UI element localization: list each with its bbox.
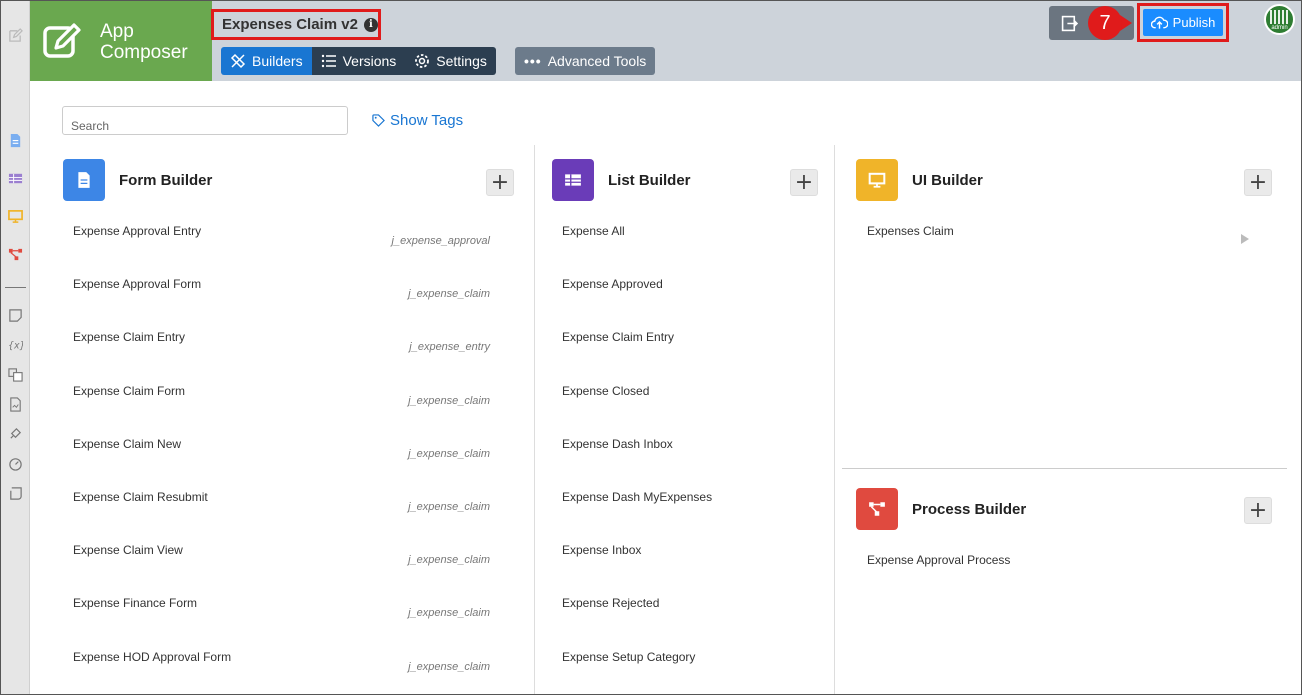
- list-item[interactable]: Expense HOD Approval Form: [73, 650, 231, 664]
- builder-tabs: Builders Versions Settings: [221, 47, 496, 75]
- column-divider: [534, 145, 535, 694]
- list-item[interactable]: Expense Approval Form: [73, 277, 201, 291]
- list-item[interactable]: Expense Claim View: [73, 543, 183, 557]
- ui-builder-header: UI Builder: [856, 159, 983, 201]
- tab-versions-label: Versions: [342, 53, 397, 69]
- composer-rail-icon[interactable]: [7, 27, 24, 44]
- list-item[interactable]: Expense Claim Form: [73, 384, 185, 398]
- tab-settings[interactable]: Settings: [405, 47, 496, 75]
- form-builder-title: Form Builder: [119, 171, 213, 189]
- show-tags-link[interactable]: Show Tags: [372, 112, 463, 129]
- tag-icon: [372, 114, 385, 127]
- list-builder-title: List Builder: [608, 171, 691, 189]
- app-title-highlight: Expenses Claim v2 i: [211, 9, 381, 40]
- list-item[interactable]: Expense All: [562, 224, 625, 238]
- process-rail-icon[interactable]: [7, 246, 24, 263]
- table-id-tag: j_expense_claim: [408, 288, 490, 301]
- more-dots-icon: •••: [524, 53, 542, 69]
- list-item[interactable]: Expense Dash Inbox: [562, 437, 673, 451]
- list-builder-header: List Builder: [552, 159, 691, 201]
- tab-builders-label: Builders: [252, 53, 303, 69]
- list-item[interactable]: Expense Closed: [562, 384, 649, 398]
- play-icon[interactable]: [1241, 234, 1249, 244]
- add-process-button[interactable]: +: [1244, 497, 1272, 524]
- table-id-tag: j_expense_claim: [408, 394, 490, 407]
- cloud-upload-icon: [1150, 16, 1168, 29]
- note-rail-icon[interactable]: [7, 307, 24, 324]
- publish-button[interactable]: Publish: [1143, 9, 1223, 36]
- ui-builder-title: UI Builder: [912, 171, 983, 189]
- tab-versions[interactable]: Versions: [311, 47, 406, 75]
- list-item[interactable]: Expense Claim Entry: [562, 330, 674, 344]
- step-number-badge: 7: [1088, 6, 1122, 40]
- app-title: Expenses Claim v2: [222, 16, 358, 33]
- list-item[interactable]: Expense Finance Form: [73, 596, 197, 610]
- tab-settings-label: Settings: [436, 53, 487, 69]
- section-divider: [842, 468, 1287, 469]
- rail-divider: [5, 287, 26, 288]
- builders-icon: [230, 53, 246, 69]
- list-item[interactable]: Expense Approval Process: [867, 553, 1010, 567]
- window-frame: [0, 0, 1302, 695]
- plugin-rail-icon[interactable]: [7, 425, 24, 442]
- gear-icon: [415, 54, 430, 68]
- monitor-icon: [856, 159, 898, 201]
- list-item[interactable]: Expense Claim New: [73, 437, 181, 451]
- add-ui-button[interactable]: +: [1244, 169, 1272, 196]
- list-item[interactable]: Expense Claim Resubmit: [73, 490, 208, 504]
- form-rail-icon[interactable]: [7, 132, 24, 149]
- list-item[interactable]: Expense Inbox: [562, 543, 641, 557]
- exit-icon: [1061, 15, 1078, 32]
- list-item[interactable]: Expense Rejected: [562, 596, 659, 610]
- publish-label: Publish: [1172, 15, 1216, 30]
- composer-logo-icon: [43, 23, 81, 58]
- table-id-tag: j_expense_claim: [408, 447, 490, 460]
- ui-rail-icon[interactable]: [7, 208, 24, 225]
- list-item[interactable]: Expense Dash MyExpenses: [562, 490, 712, 504]
- search-input[interactable]: [62, 106, 348, 135]
- process-icon: [856, 488, 898, 530]
- translate-rail-icon[interactable]: [7, 366, 24, 383]
- process-builder-header: Process Builder: [856, 488, 1026, 530]
- advanced-tools-button[interactable]: ••• Advanced Tools: [515, 47, 656, 75]
- info-icon[interactable]: i: [363, 17, 378, 32]
- list-icon: [552, 159, 594, 201]
- avatar-label: admin: [1271, 25, 1288, 31]
- top-header: App Composer Expenses Claim v2 i Builder…: [30, 1, 1301, 81]
- avatar-pattern: [1270, 10, 1290, 24]
- avatar[interactable]: admin: [1264, 4, 1295, 35]
- logs-rail-icon[interactable]: [7, 485, 24, 502]
- left-rail: {x}: [1, 1, 30, 694]
- list-item[interactable]: Expense Approved: [562, 277, 663, 291]
- add-form-button[interactable]: +: [486, 169, 514, 196]
- add-list-button[interactable]: +: [790, 169, 818, 196]
- form-icon: [63, 159, 105, 201]
- table-id-tag: j_expense_claim: [408, 554, 490, 567]
- show-tags-label: Show Tags: [390, 112, 464, 129]
- list-item[interactable]: Expense Setup Category: [562, 650, 695, 664]
- table-id-tag: j_expense_entry: [409, 341, 490, 354]
- variables-rail-icon[interactable]: {x}: [7, 336, 24, 353]
- table-id-tag: j_expense_claim: [408, 501, 490, 513]
- brand-name: App Composer: [100, 21, 188, 63]
- tab-builders[interactable]: Builders: [221, 47, 312, 75]
- list-item[interactable]: Expense Claim Entry: [73, 330, 185, 344]
- list-item[interactable]: Expense Approval Entry: [73, 224, 201, 238]
- performance-rail-icon[interactable]: [7, 455, 24, 472]
- list-icon: [321, 54, 336, 68]
- table-id-tag: j_expense_claim: [408, 660, 490, 673]
- table-id-tag: j_expense_claim: [408, 607, 490, 620]
- document-rail-icon[interactable]: [7, 396, 24, 413]
- form-builder-header: Form Builder: [63, 159, 212, 201]
- process-builder-title: Process Builder: [912, 500, 1027, 518]
- column-divider: [834, 145, 835, 694]
- list-rail-icon[interactable]: [7, 170, 24, 187]
- app-composer-brand[interactable]: App Composer: [30, 1, 212, 81]
- advanced-tools-label: Advanced Tools: [547, 53, 647, 69]
- svg-text:{x}: {x}: [8, 340, 23, 351]
- publish-highlight: Publish: [1137, 3, 1229, 42]
- table-id-tag: j_expense_approval: [391, 235, 490, 247]
- list-item[interactable]: Expenses Claim: [867, 224, 954, 238]
